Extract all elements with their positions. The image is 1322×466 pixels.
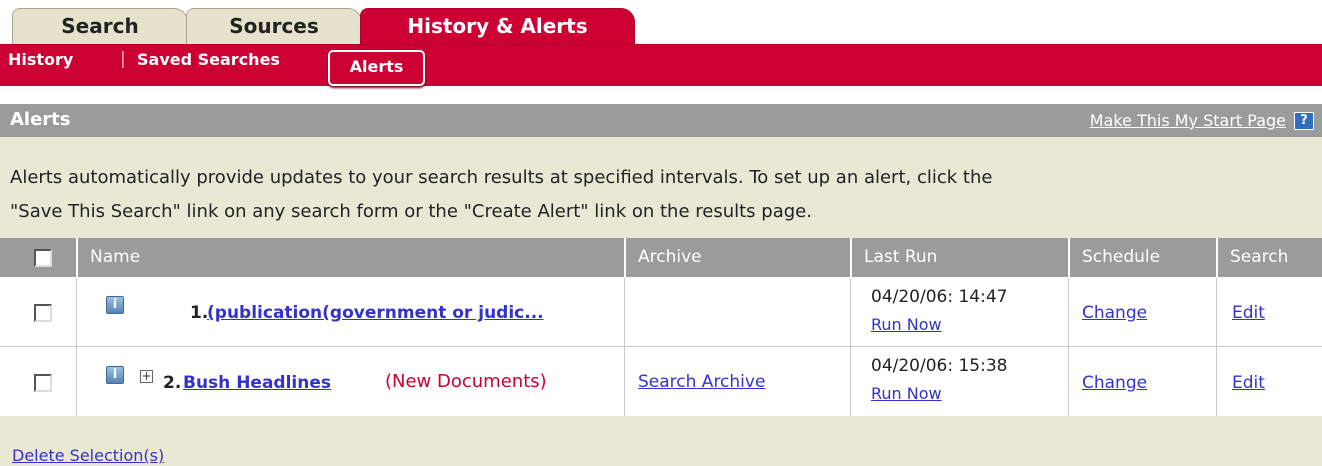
column-header-search: Search [1216, 238, 1322, 277]
main-tab-strip: Search Sources History & Alerts [0, 0, 1322, 44]
edit-search-link[interactable]: Edit [1232, 303, 1265, 323]
alerts-description: Alerts automatically provide updates to … [0, 137, 1322, 238]
change-schedule-link[interactable]: Change [1082, 373, 1147, 393]
info-icon[interactable]: i [106, 296, 124, 314]
row-checkbox[interactable] [34, 374, 52, 392]
new-documents-badge: (New Documents) [385, 371, 547, 392]
alerts-table-header: Name Archive Last Run Schedule Search [0, 238, 1322, 277]
table-footer: Delete Selection(s) [0, 416, 1322, 466]
last-run-time: 04/20/06: 15:38 [871, 356, 1008, 376]
run-now-link[interactable]: Run Now [871, 315, 942, 334]
delete-selections-link[interactable]: Delete Selection(s) [12, 446, 164, 465]
name-cell: i 1. (publication(government or judic... [76, 278, 624, 347]
search-archive-link[interactable]: Search Archive [638, 372, 765, 392]
last-run-cell: 04/20/06: 15:38 Run Now [850, 347, 1068, 416]
subnav-history[interactable]: History [8, 50, 73, 69]
sub-navigation: History | Saved Searches Alerts [0, 44, 1322, 86]
table-row: i 1. (publication(government or judic...… [0, 278, 1322, 347]
schedule-cell: Change [1068, 278, 1216, 347]
search-cell: Edit [1216, 347, 1322, 416]
subnav-saved-searches[interactable]: Saved Searches [137, 50, 280, 69]
subnav-separator: | [120, 49, 126, 69]
last-run-time: 04/20/06: 14:47 [871, 287, 1008, 307]
alert-name-link[interactable]: Bush Headlines [183, 373, 331, 393]
description-line-1: Alerts automatically provide updates to … [10, 167, 993, 188]
archive-cell [624, 278, 850, 347]
tab-search[interactable]: Search [12, 8, 188, 44]
archive-cell: Search Archive [624, 347, 850, 416]
page-title: Alerts [10, 109, 71, 130]
tab-sources[interactable]: Sources [186, 8, 362, 44]
select-all-checkbox[interactable] [34, 249, 52, 267]
alert-name-link[interactable]: (publication(government or judic... [207, 303, 544, 323]
help-icon[interactable]: ? [1294, 112, 1314, 130]
change-schedule-link[interactable]: Change [1082, 303, 1147, 323]
edit-search-link[interactable]: Edit [1232, 373, 1265, 393]
search-cell: Edit [1216, 278, 1322, 347]
alert-number: 2. [163, 373, 182, 393]
plus-box-icon[interactable]: + [140, 370, 153, 383]
row-checkbox[interactable] [34, 304, 52, 322]
run-now-link[interactable]: Run Now [871, 384, 942, 403]
column-header-name: Name [76, 238, 624, 277]
column-header-archive: Archive [624, 238, 850, 277]
schedule-cell: Change [1068, 347, 1216, 416]
name-cell: i + 2. Bush Headlines (New Documents) [76, 347, 624, 416]
table-row: i + 2. Bush Headlines (New Documents) Se… [0, 347, 1322, 416]
column-header-last-run: Last Run [850, 238, 1068, 277]
last-run-cell: 04/20/06: 14:47 Run Now [850, 278, 1068, 347]
make-start-page-link[interactable]: Make This My Start Page [1090, 111, 1286, 130]
info-icon[interactable]: i [106, 366, 124, 384]
description-line-2: "Save This Search" link on any search fo… [10, 201, 812, 222]
column-header-schedule: Schedule [1068, 238, 1216, 277]
subnav-alerts[interactable]: Alerts [328, 50, 425, 86]
section-header: Alerts Make This My Start Page ? [0, 104, 1322, 137]
alert-number: 1. [190, 303, 209, 323]
tab-history-alerts[interactable]: History & Alerts [360, 8, 635, 44]
